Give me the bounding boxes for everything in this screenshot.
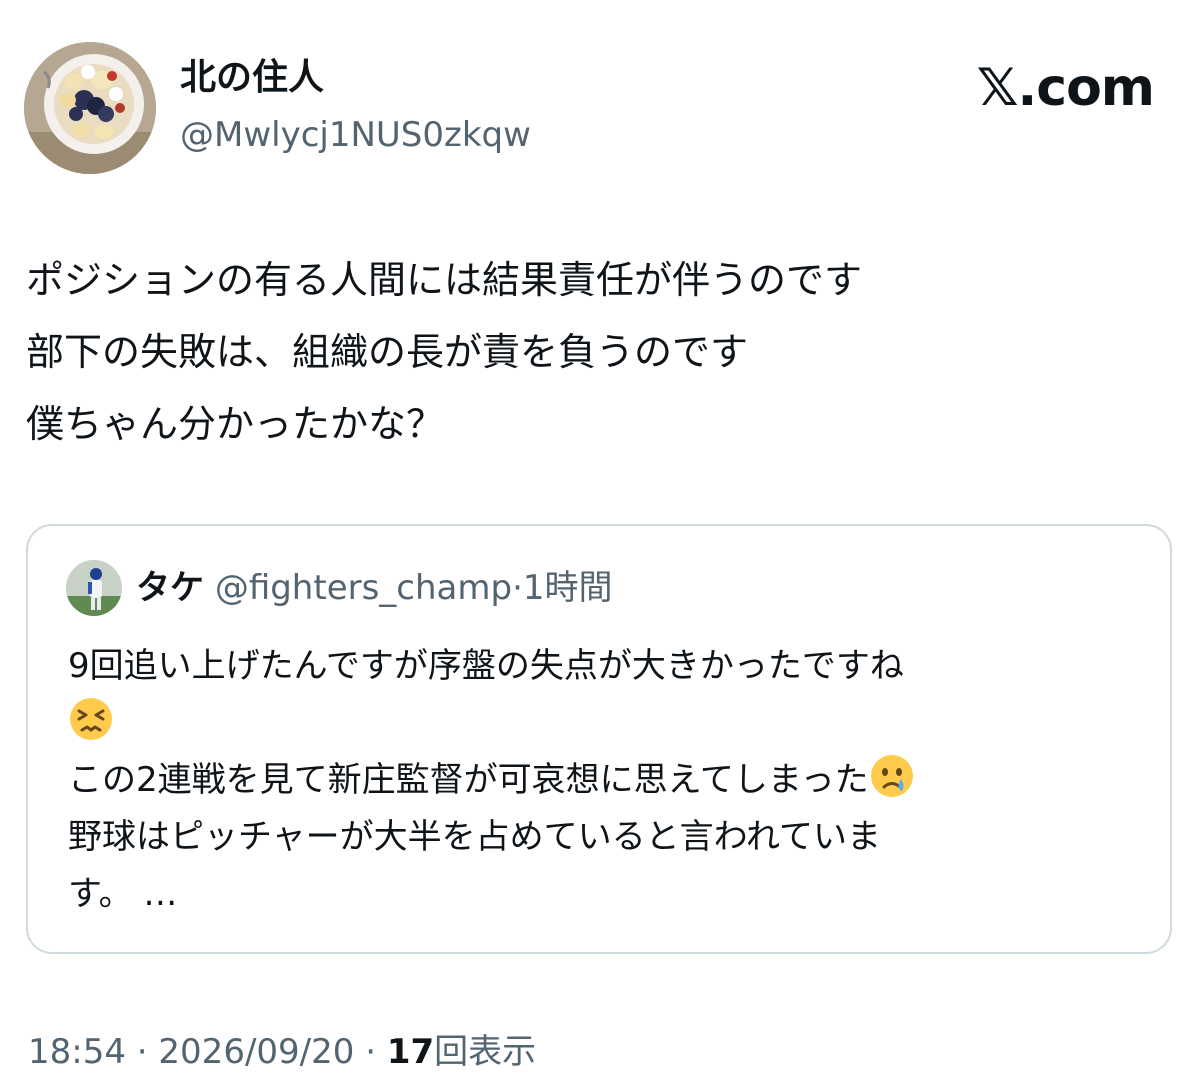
fruit-bowl-avatar-image xyxy=(24,42,156,174)
quoted-line-emoji xyxy=(68,695,1148,752)
tweet-line: 僕ちゃん分かったかな？ xyxy=(26,402,445,446)
author-display-name[interactable]: 北の住人 xyxy=(180,54,324,102)
quoted-line: 9回追い上げたんですが序盤の失点が大きかったですね xyxy=(68,646,904,686)
quoted-author-name[interactable]: タケ xyxy=(136,568,204,608)
quoted-line: す。 … xyxy=(68,874,178,914)
tweet-line: ポジションの有る人間には結果責任が伴うのです xyxy=(26,258,863,302)
quoted-tweet-card[interactable]: タケ @fighters_champ·1時間 9回追い上げたんですが序盤の失点が… xyxy=(26,524,1172,954)
quoted-author-avatar[interactable] xyxy=(66,560,122,616)
author-avatar[interactable] xyxy=(24,42,156,174)
baseball-player-avatar-image xyxy=(66,560,122,616)
tweet-meta: 18:54 · 2026/09/20 · 17回表示 xyxy=(28,1028,536,1076)
quoted-line: 野球はピッチャーが大半を占めていると言われていま xyxy=(68,817,881,857)
crying-face-emoji xyxy=(869,753,915,799)
quoted-author-handle[interactable]: @fighters_champ xyxy=(215,568,512,608)
persevering-face-emoji xyxy=(68,696,114,742)
meta-separator: · xyxy=(136,1032,148,1072)
quoted-separator: · xyxy=(512,568,523,608)
quoted-timestamp[interactable]: 1時間 xyxy=(523,568,613,608)
x-com-logo: 𝕏.com xyxy=(976,58,1155,118)
quoted-line-text: この2連戦を見て新庄監督が可哀想に思えてしまった xyxy=(68,760,869,800)
tweet-text: ポジションの有る人間には結果責任が伴うのです 部下の失敗は、組織の長が責を負うの… xyxy=(26,244,1166,460)
post-date[interactable]: 2026/09/20 xyxy=(158,1032,354,1072)
views-count: 17 xyxy=(386,1032,435,1072)
quoted-tweet-header: タケ @fighters_champ·1時間 xyxy=(136,564,613,612)
quoted-tweet-text: 9回追い上げたんですが序盤の失点が大きかったですね この2連戦を見て新庄監督が可… xyxy=(68,638,1148,923)
tweet-line: 部下の失敗は、組織の長が責を負うのです xyxy=(26,330,749,374)
quoted-line: この2連戦を見て新庄監督が可哀想に思えてしまった xyxy=(68,752,1148,809)
author-handle[interactable]: @Mwlycj1NUS0zkqw xyxy=(180,112,531,158)
post-time[interactable]: 18:54 xyxy=(28,1032,126,1072)
meta-separator: · xyxy=(365,1032,377,1072)
views-label[interactable]: 回表示 xyxy=(434,1032,536,1072)
